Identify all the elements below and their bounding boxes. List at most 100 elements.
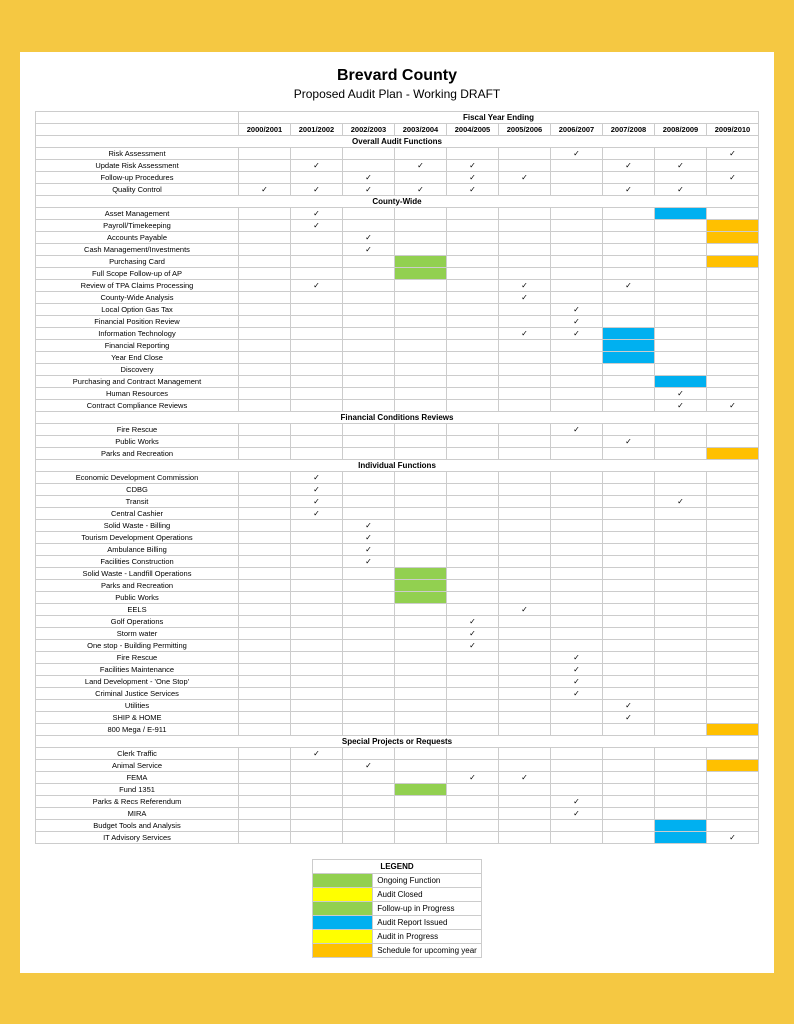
data-cell <box>655 663 707 675</box>
data-cell <box>499 483 551 495</box>
data-cell <box>551 447 603 459</box>
data-cell <box>655 759 707 771</box>
data-cell <box>239 651 291 663</box>
year-2004: 2004/2005 <box>447 123 499 135</box>
data-cell <box>655 603 707 615</box>
data-cell <box>499 759 551 771</box>
data-cell <box>707 543 759 555</box>
data-cell <box>239 291 291 303</box>
data-cell <box>447 363 499 375</box>
table-row: Year End Close <box>36 351 759 363</box>
data-cell <box>239 387 291 399</box>
data-cell <box>655 507 707 519</box>
data-cell <box>447 303 499 315</box>
data-cell <box>239 675 291 687</box>
row-label: MIRA <box>36 807 239 819</box>
data-cell <box>655 363 707 375</box>
data-cell <box>343 471 395 483</box>
data-cell <box>291 651 343 663</box>
data-cell <box>447 339 499 351</box>
data-cell <box>395 279 447 291</box>
data-cell <box>707 759 759 771</box>
data-cell <box>395 615 447 627</box>
data-cell <box>395 495 447 507</box>
data-cell <box>707 447 759 459</box>
data-cell <box>239 795 291 807</box>
data-cell <box>395 243 447 255</box>
data-cell <box>499 591 551 603</box>
data-cell: ✓ <box>343 519 395 531</box>
data-cell <box>239 495 291 507</box>
data-cell <box>291 519 343 531</box>
data-cell <box>551 231 603 243</box>
legend-label: Schedule for upcoming year <box>373 943 482 957</box>
data-cell <box>239 147 291 159</box>
data-cell <box>343 315 395 327</box>
row-label: Purchasing Card <box>36 255 239 267</box>
data-cell <box>655 435 707 447</box>
page-container: Brevard County Proposed Audit Plan - Wor… <box>17 49 777 976</box>
data-cell <box>655 267 707 279</box>
data-cell <box>655 231 707 243</box>
row-label: IT Advisory Services <box>36 831 239 843</box>
data-cell <box>239 615 291 627</box>
data-cell: ✓ <box>291 219 343 231</box>
data-cell <box>291 579 343 591</box>
table-row: Facilities Construction✓ <box>36 555 759 567</box>
data-cell <box>499 819 551 831</box>
legend-label: Audit in Progress <box>373 929 482 943</box>
data-cell <box>239 579 291 591</box>
data-cell <box>499 183 551 195</box>
data-cell: ✓ <box>603 159 655 171</box>
row-label: Tourism Development Operations <box>36 531 239 543</box>
row-label: Parks and Recreation <box>36 447 239 459</box>
data-cell <box>655 747 707 759</box>
data-cell <box>239 603 291 615</box>
data-cell <box>447 399 499 411</box>
data-cell <box>291 723 343 735</box>
data-cell: ✓ <box>551 651 603 663</box>
year-2000: 2000/2001 <box>239 123 291 135</box>
data-cell <box>707 375 759 387</box>
data-cell <box>707 567 759 579</box>
data-cell <box>239 663 291 675</box>
data-cell <box>707 579 759 591</box>
row-label: Fire Rescue <box>36 651 239 663</box>
data-cell <box>395 759 447 771</box>
data-cell <box>239 543 291 555</box>
data-cell <box>551 351 603 363</box>
data-cell <box>655 339 707 351</box>
data-cell <box>447 147 499 159</box>
data-cell <box>551 531 603 543</box>
data-cell <box>343 711 395 723</box>
data-cell <box>603 519 655 531</box>
data-cell <box>551 279 603 291</box>
table-row: Clerk Traffic✓ <box>36 747 759 759</box>
row-label: Contract Compliance Reviews <box>36 399 239 411</box>
data-cell <box>447 267 499 279</box>
row-label: Animal Service <box>36 759 239 771</box>
data-cell: ✓ <box>499 603 551 615</box>
data-cell: ✓ <box>395 159 447 171</box>
table-row: Parks & Recs Referendum✓ <box>36 795 759 807</box>
data-cell: ✓ <box>655 159 707 171</box>
data-cell <box>395 507 447 519</box>
data-cell <box>343 567 395 579</box>
table-row: SHIP & HOME✓ <box>36 711 759 723</box>
data-cell <box>655 627 707 639</box>
row-label: Utilities <box>36 699 239 711</box>
data-cell <box>395 603 447 615</box>
data-cell <box>239 207 291 219</box>
data-cell <box>239 243 291 255</box>
data-cell <box>291 363 343 375</box>
table-row: One stop - Building Permitting✓ <box>36 639 759 651</box>
data-cell <box>499 627 551 639</box>
data-cell <box>603 807 655 819</box>
data-cell <box>551 567 603 579</box>
data-cell <box>551 207 603 219</box>
data-cell <box>655 807 707 819</box>
data-cell <box>707 783 759 795</box>
data-cell <box>343 363 395 375</box>
data-cell <box>499 507 551 519</box>
data-cell <box>499 447 551 459</box>
